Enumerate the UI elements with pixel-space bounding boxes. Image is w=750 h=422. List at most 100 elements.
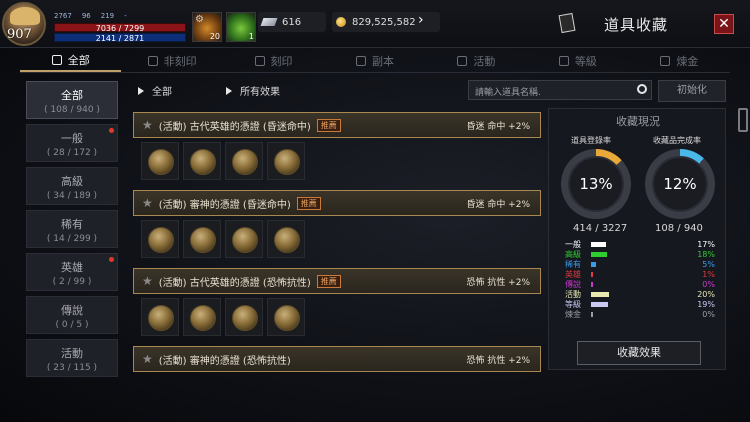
item-slot[interactable] — [183, 220, 221, 258]
grade-pct: 20% — [697, 289, 715, 299]
tab-all[interactable]: 全部 — [20, 49, 122, 72]
close-button[interactable]: ✕ — [714, 14, 734, 34]
category-filter[interactable]: 全部 — [138, 83, 172, 98]
grade-row: 活動 20% — [565, 289, 715, 299]
herb-slot[interactable]: 1 — [226, 12, 256, 42]
tab-label: 煉金 — [676, 54, 699, 68]
item-slot[interactable] — [141, 298, 179, 336]
item-slot[interactable] — [267, 298, 305, 336]
item-slot[interactable] — [267, 142, 305, 180]
category-name: 活動 — [61, 347, 83, 360]
group-header[interactable]: ★ (活動) 審神的憑證 (昏迷命中) 推薦 昏迷 命中 +2% — [133, 190, 541, 216]
grade-pct: 17% — [697, 239, 715, 249]
group-header[interactable]: ★ (活動) 古代英雄的憑證 (昏迷命中) 推薦 昏迷 命中 +2% — [133, 112, 541, 138]
hp-bar: 7036 / 7299 — [54, 23, 186, 33]
star-icon[interactable]: ★ — [142, 118, 153, 132]
tab-engrave[interactable]: 刻印 — [223, 49, 324, 72]
collection-status-panel: 收藏現況 道具登錄率 收藏品完成率 13% 12% 414 / 3227 108… — [548, 108, 726, 370]
page-title: 道具收藏 — [604, 16, 669, 34]
side-menu-icon[interactable] — [738, 108, 748, 132]
potion-slot[interactable]: ⚙ 20 — [192, 12, 222, 42]
search-icon[interactable] — [637, 84, 647, 94]
panel-title: 收藏現況 — [616, 115, 660, 128]
game-screen: 907 2767 96 219 - 7036 / 7299 2141 / 287… — [0, 0, 750, 422]
mp-bar: 2141 / 2871 — [54, 33, 186, 43]
category-count: ( 108 / 940 ) — [44, 105, 100, 115]
tab-event[interactable]: 活動 — [426, 49, 527, 72]
effect-filter[interactable]: 所有效果 — [226, 83, 280, 98]
collection-effect-button[interactable]: 收藏效果 — [577, 341, 701, 365]
coin-icon — [232, 149, 258, 175]
gear-icon[interactable]: ⚙ — [195, 14, 204, 25]
coin-icon — [148, 149, 174, 175]
coin-icon — [274, 227, 300, 253]
stat-1: 2767 — [54, 12, 72, 20]
tab-label: 副本 — [371, 54, 394, 68]
recommend-tag: 推薦 — [316, 118, 341, 132]
grade-pct: 19% — [697, 299, 715, 309]
tab-level[interactable]: 等級 — [527, 49, 628, 72]
group-header[interactable]: ★ (活動) 審神的憑證 (恐怖抗性) 恐怖 抗性 +2% — [133, 346, 541, 372]
player-level: 907 — [7, 27, 32, 42]
effect-list[interactable]: ★ (活動) 古代英雄的憑證 (昏迷命中) 推薦 昏迷 命中 +2% ★ (活動) 審神… — [133, 112, 541, 372]
coin-row — [133, 294, 541, 340]
category-hero[interactable]: 英雄 ( 2 / 99 ) — [26, 253, 118, 291]
grade-row: 高級 18% — [565, 249, 715, 259]
item-slot[interactable] — [183, 142, 221, 180]
grade-pct: 18% — [697, 249, 715, 259]
star-icon[interactable]: ★ — [142, 274, 153, 288]
item-slot[interactable] — [225, 298, 263, 336]
coin-icon — [190, 305, 216, 331]
coin-icon — [148, 305, 174, 331]
tab-icon — [147, 55, 158, 66]
search-input[interactable]: 請輸入道具名稱. — [468, 80, 652, 100]
item-slot[interactable] — [267, 220, 305, 258]
group-name: (活動) 古代英雄的憑證 (恐怖抗性) — [158, 277, 311, 289]
tab-icon — [457, 55, 468, 66]
item-slot[interactable] — [183, 298, 221, 336]
category-rare[interactable]: 稀有 ( 14 / 299 ) — [26, 210, 118, 248]
star-icon[interactable]: ★ — [142, 196, 153, 210]
tab-alchemy[interactable]: 煉金 — [629, 49, 730, 72]
diamond-icon — [260, 18, 278, 26]
slot-count: 20 — [209, 32, 220, 41]
grade-pct: 1% — [702, 269, 715, 279]
tab-icon — [355, 55, 366, 66]
grade-bar — [591, 281, 593, 287]
category-legend[interactable]: 傳說 ( 0 / 5 ) — [26, 296, 118, 334]
group-effect: 昏迷 命中 +2% — [466, 121, 530, 132]
grade-row: 煉金 0% — [565, 309, 715, 319]
grade-row: 一般 17% — [565, 239, 715, 249]
category-event[interactable]: 活動 ( 23 / 115 ) — [26, 339, 118, 377]
tab-icon — [660, 55, 671, 66]
grade-bar — [591, 251, 607, 257]
category-name: 一般 — [61, 132, 83, 145]
coin-icon — [274, 305, 300, 331]
item-slot[interactable] — [225, 220, 263, 258]
hair-decoration — [10, 7, 40, 25]
category-name: 稀有 — [61, 218, 83, 231]
category-advanced[interactable]: 高級 ( 34 / 189 ) — [26, 167, 118, 205]
tab-dungeon[interactable]: 副本 — [324, 49, 425, 72]
item-slot[interactable] — [141, 220, 179, 258]
coin-icon — [148, 227, 174, 253]
collection-group: ★ (活動) 審神的憑證 (恐怖抗性) 恐怖 抗性 +2% — [133, 346, 541, 372]
star-icon[interactable]: ★ — [142, 352, 153, 366]
tab-non-engrave[interactable]: 非刻印 — [121, 49, 222, 72]
reset-button[interactable]: 初始化 — [658, 80, 726, 102]
item-slot[interactable] — [225, 142, 263, 180]
item-slot[interactable] — [141, 142, 179, 180]
grade-row: 傳說 0% — [565, 279, 715, 289]
category-all[interactable]: 全部 ( 108 / 940 ) — [26, 81, 118, 119]
player-stats: 2767 96 219 - — [54, 12, 127, 20]
chevron-right-icon[interactable]: › — [418, 12, 424, 28]
group-effect: 昏迷 命中 +2% — [466, 199, 530, 210]
collection-group: ★ (活動) 審神的憑證 (昏迷命中) 推薦 昏迷 命中 +2% — [133, 190, 541, 262]
category-list: 全部 ( 108 / 940 ) 一般 ( 28 / 172 ) 高級 ( 34 / … — [26, 81, 118, 382]
recommend-tag: 推薦 — [316, 274, 341, 288]
category-normal[interactable]: 一般 ( 28 / 172 ) — [26, 124, 118, 162]
grade-bar — [591, 301, 608, 307]
group-header[interactable]: ★ (活動) 古代英雄的憑證 (恐怖抗性) 推薦 恐怖 抗性 +2% — [133, 268, 541, 294]
grade-bar — [591, 311, 593, 317]
recommend-tag: 推薦 — [296, 196, 321, 210]
